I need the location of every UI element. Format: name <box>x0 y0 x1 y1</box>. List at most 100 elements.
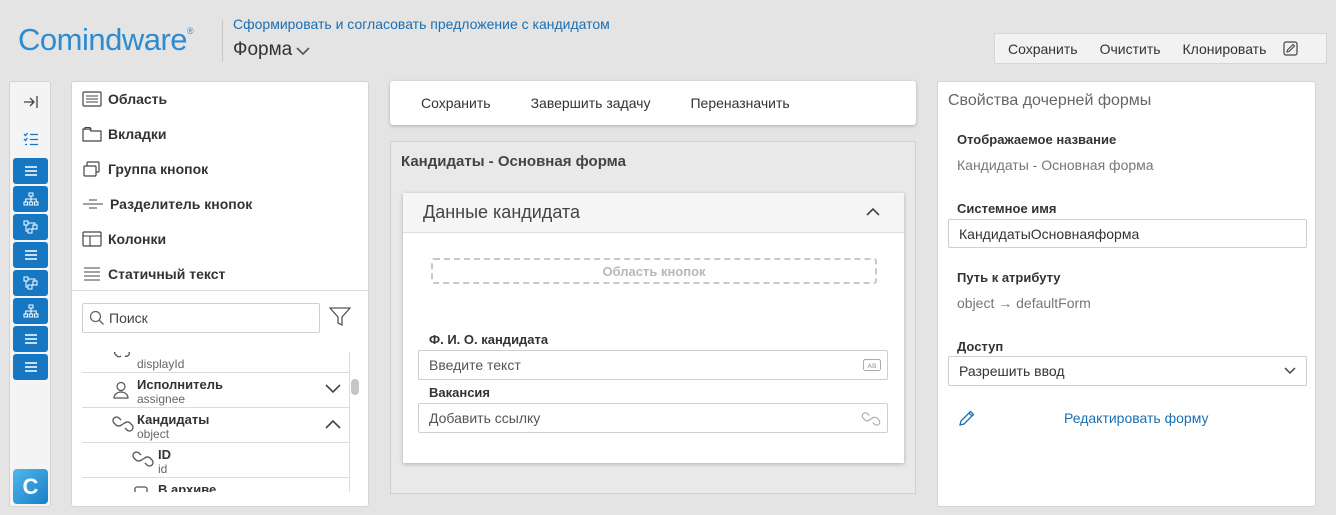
input-placeholder: Введите текст <box>429 357 521 373</box>
tree-row-label: В архиве <box>158 482 217 492</box>
clear-button[interactable]: Очистить <box>1089 41 1172 57</box>
header-divider <box>222 20 223 62</box>
chevron-up-icon[interactable] <box>866 207 880 216</box>
input-placeholder: Добавить ссылку <box>429 410 541 426</box>
tree-row-sub: id <box>158 462 168 476</box>
complete-task-button[interactable]: Завершить задачу <box>531 95 651 111</box>
edit-icon[interactable] <box>1283 41 1298 56</box>
component-button-group[interactable]: Группа кнопок <box>82 157 208 181</box>
form-save-button[interactable]: Сохранить <box>421 95 491 111</box>
search-icon <box>89 310 104 325</box>
strip-button-list-1[interactable] <box>13 158 48 184</box>
access-value: Разрешить ввод <box>959 363 1065 379</box>
clone-button[interactable]: Клонировать <box>1172 41 1278 57</box>
system-name-label: Системное имя <box>957 201 1057 216</box>
list-icon <box>24 334 37 344</box>
vacancy-input[interactable]: Добавить ссылку <box>418 403 888 433</box>
access-label: Доступ <box>957 339 1004 354</box>
form-title-dropdown[interactable]: Форма <box>233 39 310 61</box>
component-label: Разделитель кнопок <box>110 196 253 212</box>
vacancy-label: Вакансия <box>429 385 491 400</box>
candidate-data-card: Данные кандидата Область кнопок Ф. И. О.… <box>403 193 904 463</box>
strip-button-flow-1[interactable] <box>13 214 48 240</box>
card-title: Данные кандидата <box>423 202 580 222</box>
expand-panel-button[interactable] <box>13 89 48 115</box>
tree-row-label: ID <box>158 447 171 462</box>
tree-row-archived[interactable]: В архиве <box>82 478 349 492</box>
link-icon <box>114 352 130 358</box>
text-type-icon: AB <box>863 359 881 371</box>
strip-button-list-2[interactable] <box>13 242 48 268</box>
components-panel: Область Вкладки Группа кнопок Разделител… <box>71 81 369 507</box>
system-name-input[interactable]: КандидатыОсновнаяформа <box>948 219 1307 248</box>
tree-row-candidates[interactable]: Кандидаты object <box>82 408 349 443</box>
user-icon <box>113 381 129 399</box>
button-area-placeholder[interactable]: Область кнопок <box>431 258 877 284</box>
tree-row-label: Кандидаты <box>137 412 210 427</box>
list-icon <box>24 250 37 260</box>
strip-button-hierarchy-1[interactable] <box>13 186 48 212</box>
component-label: Группа кнопок <box>108 161 209 177</box>
tree-row-displayid[interactable]: displayId <box>82 352 349 373</box>
edit-form-row[interactable]: Редактировать форму <box>958 408 1308 430</box>
link-icon <box>112 416 134 432</box>
strip-button-flow-2[interactable] <box>13 270 48 296</box>
text-type-badge: AB <box>868 362 877 370</box>
reassign-button[interactable]: Переназначить <box>690 95 789 111</box>
component-columns[interactable]: Колонки <box>82 227 166 251</box>
filter-icon[interactable] <box>328 307 352 332</box>
app-switcher-button[interactable]: C <box>13 469 48 504</box>
process-link[interactable]: Сформировать и согласовать предложение с… <box>233 16 610 32</box>
area-icon <box>82 91 102 107</box>
attribute-path-label: Путь к атрибуту <box>957 270 1061 285</box>
canvas-title: Кандидаты - Основная форма <box>401 153 626 170</box>
app-logo: Comindware® <box>18 22 194 58</box>
component-label: Вкладки <box>108 126 167 142</box>
access-select[interactable]: Разрешить ввод <box>948 356 1307 386</box>
checklist-button[interactable] <box>13 126 48 152</box>
tree-row-sub: object <box>137 427 170 441</box>
expand-right-icon <box>23 96 38 108</box>
search-box[interactable] <box>82 303 320 333</box>
strip-button-hierarchy-2[interactable] <box>13 298 48 324</box>
properties-title: Свойства дочерней формы <box>948 92 1152 109</box>
list-icon <box>24 362 37 372</box>
tree-row-assignee[interactable]: Исполнитель assignee <box>82 373 349 408</box>
logo-registered-mark: ® <box>187 26 194 36</box>
chevron-down-icon[interactable] <box>324 383 342 395</box>
tree-row-sub: assignee <box>137 392 186 406</box>
save-button[interactable]: Сохранить <box>995 41 1089 57</box>
tabs-icon <box>82 126 102 142</box>
hierarchy-icon <box>23 192 38 206</box>
static-text-icon <box>84 267 100 281</box>
system-name-value: КандидатыОсновнаяформа <box>959 225 1140 242</box>
button-separator-icon <box>83 199 103 209</box>
properties-panel: Свойства дочерней формы Отображаемое наз… <box>937 81 1316 507</box>
tree-scrollbar[interactable] <box>351 379 359 395</box>
chevron-down-icon <box>1284 367 1296 375</box>
candidate-name-input[interactable]: Введите текст AB <box>418 350 888 380</box>
list-icon <box>24 166 37 176</box>
link-icon <box>132 451 154 467</box>
left-toolstrip: C <box>9 81 51 507</box>
tree-row-sub: displayId <box>137 357 185 371</box>
component-button-separator[interactable]: Разделитель кнопок <box>82 192 252 216</box>
component-tabs[interactable]: Вкладки <box>82 122 166 146</box>
strip-button-list-4[interactable] <box>13 354 48 380</box>
strip-button-list-3[interactable] <box>13 326 48 352</box>
tree-row-id[interactable]: ID id <box>82 443 349 478</box>
hierarchy-icon <box>23 304 38 318</box>
component-label: Статичный текст <box>108 266 226 282</box>
edit-form-link[interactable]: Редактировать форму <box>1064 410 1208 426</box>
card-header[interactable]: Данные кандидата <box>403 193 904 233</box>
chevron-up-icon[interactable] <box>324 418 342 430</box>
component-area[interactable]: Область <box>82 87 167 111</box>
search-input[interactable] <box>109 310 309 326</box>
attribute-tree: displayId Исполнитель assignee Кандидаты… <box>82 352 350 492</box>
form-canvas: Кандидаты - Основная форма Данные кандид… <box>390 141 916 494</box>
pencil-icon[interactable] <box>958 409 976 427</box>
component-static-text[interactable]: Статичный текст <box>82 262 225 286</box>
link-icon <box>861 412 881 426</box>
top-toolbar: Сохранить Очистить Клонировать <box>994 33 1327 64</box>
chevron-down-icon <box>296 46 310 55</box>
